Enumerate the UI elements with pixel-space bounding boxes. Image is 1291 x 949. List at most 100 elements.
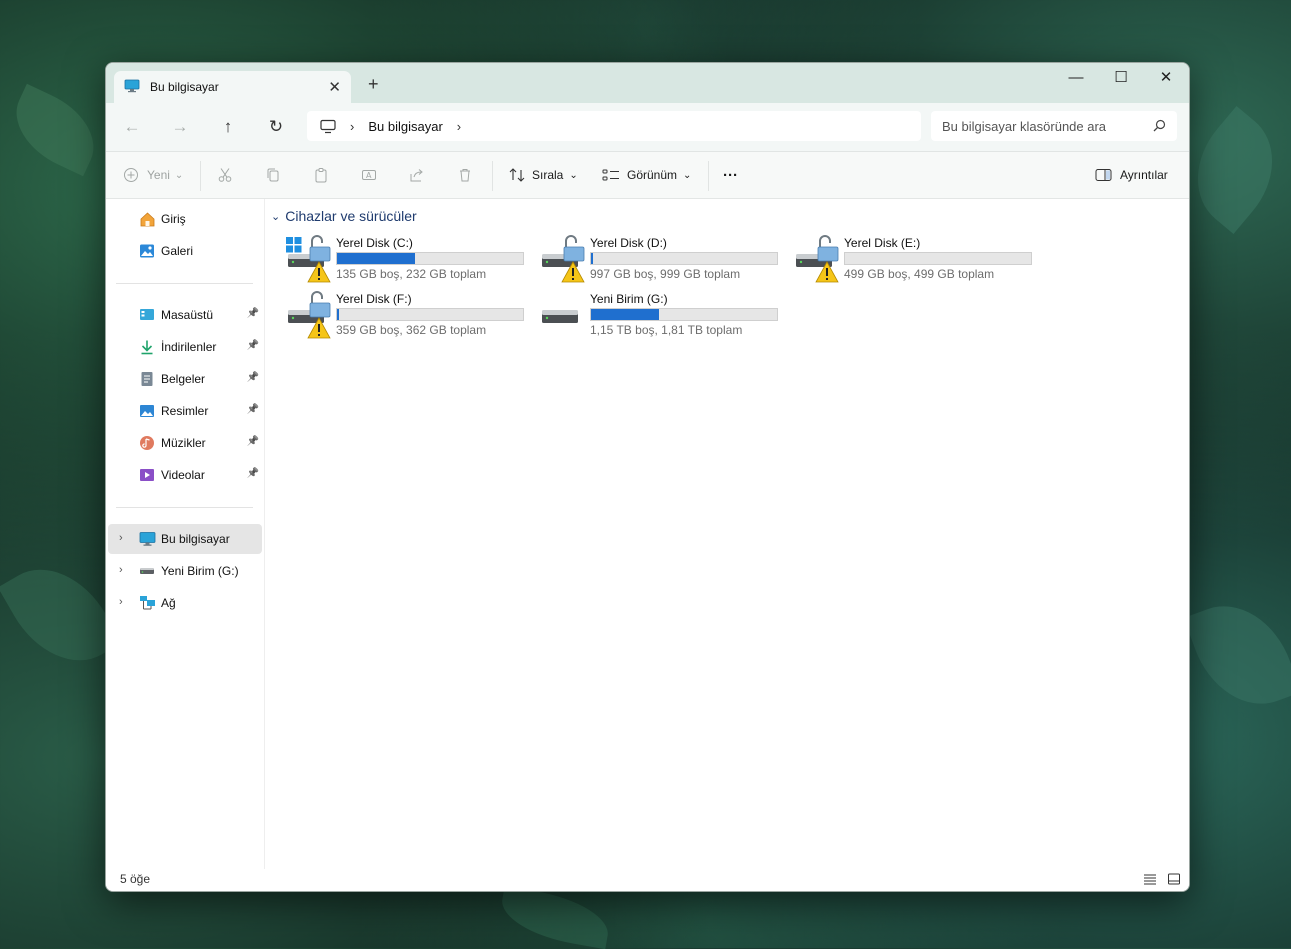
title-bar: Bu bilgisayar ✕ + — ☐ ✕ [106, 63, 1189, 103]
new-button[interactable]: Yeni ⌄ [123, 152, 183, 198]
sidebar-item-ag[interactable]: › Ağ [108, 588, 262, 618]
pin-icon[interactable]: 📌 [247, 372, 259, 383]
drive-usage-bar [336, 252, 524, 265]
minimize-button[interactable]: — [1053, 63, 1099, 91]
sidebar-item-belgeler[interactable]: Belgeler 📌 [108, 364, 262, 394]
drive-capacity: 499 GB boş, 499 GB toplam [844, 267, 995, 281]
pin-icon[interactable]: 📌 [247, 308, 259, 319]
network-icon [139, 595, 156, 614]
sidebar-divider [116, 283, 253, 284]
computer-icon [124, 78, 140, 97]
devices-group-header[interactable]: ⌄ Cihazlar ve sürücüler [271, 208, 417, 224]
collapse-chevron-icon[interactable]: ⌄ [271, 210, 280, 223]
share-button[interactable] [409, 152, 425, 198]
breadcrumb-chevron[interactable]: › [457, 119, 461, 134]
search-icon[interactable] [1153, 119, 1166, 135]
sidebar-item-label: Müzikler [161, 436, 206, 450]
tab-close-icon[interactable]: ✕ [328, 78, 341, 96]
pin-icon[interactable]: 📌 [247, 404, 259, 415]
drive-icon [794, 235, 842, 285]
delete-button[interactable] [457, 152, 473, 198]
close-button[interactable]: ✕ [1143, 63, 1189, 91]
new-label: Yeni [147, 168, 170, 182]
drive-usage-fill [337, 253, 416, 264]
drive-tile[interactable]: Yerel Disk (D:) 997 GB boş, 999 GB toplam [540, 235, 790, 285]
copy-button[interactable] [265, 152, 281, 198]
drive-tile[interactable]: Yeni Birim (G:) 1,15 TB boş, 1,81 TB topl… [540, 291, 790, 341]
sidebar-item-resimler[interactable]: Resimler 📌 [108, 396, 262, 426]
cut-button[interactable] [217, 152, 233, 198]
wallpaper-leaf [1172, 105, 1291, 235]
unlocked-padlock-icon [563, 235, 585, 262]
tab-label: Bu bilgisayar [150, 80, 219, 94]
sidebar-item-yeni-birim[interactable]: › Yeni Birim (G:) [108, 556, 262, 586]
computer-icon [139, 531, 156, 550]
drive-tile[interactable]: Yerel Disk (E:) 499 GB boş, 499 GB toplam [794, 235, 1044, 285]
sidebar-item-masaustu[interactable]: Masaüstü 📌 [108, 300, 262, 330]
sidebar-item-bu-bilgisayar[interactable]: › Bu bilgisayar [108, 524, 262, 554]
sort-dropdown-icon: ⌄ [569, 169, 578, 181]
sort-button[interactable]: Sırala ⌄ [508, 152, 578, 198]
drive-usage-bar [844, 252, 1032, 265]
rename-button[interactable]: A [361, 152, 377, 198]
forward-button[interactable]: → [165, 113, 195, 141]
tiles-view-icon[interactable] [1167, 872, 1181, 889]
drive-capacity: 359 GB boş, 362 GB toplam [336, 323, 487, 337]
pin-icon[interactable]: 📌 [247, 468, 259, 479]
desktop-icon [139, 307, 155, 326]
paste-button[interactable] [313, 152, 329, 198]
new-tab-button[interactable]: + [368, 74, 379, 95]
breadcrumb-item[interactable]: Bu bilgisayar [368, 119, 442, 134]
maximize-button[interactable]: ☐ [1098, 63, 1144, 91]
more-options-button[interactable]: ··· [723, 152, 738, 198]
view-button[interactable]: Görünüm ⌄ [602, 152, 691, 198]
sidebar-item-muzikler[interactable]: Müzikler 📌 [108, 428, 262, 458]
drive-usage-fill [591, 253, 593, 264]
drive-usage-fill [591, 309, 659, 320]
unlocked-padlock-icon [309, 235, 331, 262]
wallpaper-leaf [1, 83, 109, 177]
drive-name: Yerel Disk (E:) [844, 236, 921, 250]
refresh-button[interactable]: ↻ [261, 113, 291, 141]
home-icon [139, 211, 156, 230]
back-button[interactable]: ← [117, 113, 147, 141]
command-bar: Yeni ⌄ A Sırala ⌄ Görünüm ⌄ ··· Ayrıntıl… [106, 152, 1189, 199]
new-icon [124, 168, 138, 182]
breadcrumb-separator[interactable]: › [350, 119, 354, 134]
expand-chevron-icon[interactable]: › [119, 532, 123, 544]
tab-bu-bilgisayar[interactable]: Bu bilgisayar ✕ [114, 71, 351, 103]
sidebar-item-label: Belgeler [161, 372, 206, 386]
item-count: 5 öğe [120, 872, 151, 886]
expand-chevron-icon[interactable]: › [119, 564, 123, 576]
sidebar-item-giris[interactable]: Giriş [108, 204, 262, 234]
divider [708, 161, 709, 191]
hard-drive-icon [542, 310, 578, 323]
search-input[interactable]: Bu bilgisayar klasöründe ara [931, 111, 1177, 141]
pin-icon[interactable]: 📌 [247, 436, 259, 447]
details-view-icon[interactable] [1143, 872, 1157, 889]
sidebar-item-label: Giriş [161, 212, 186, 226]
address-bar[interactable]: › Bu bilgisayar › [307, 111, 921, 141]
drive-usage-bar [590, 252, 778, 265]
drive-capacity: 1,15 TB boş, 1,81 TB toplam [590, 323, 743, 337]
share-icon [410, 169, 423, 182]
expand-chevron-icon[interactable]: › [119, 596, 123, 608]
sidebar-item-label: Videolar [161, 468, 205, 482]
svg-text:A: A [366, 171, 372, 180]
sidebar-item-videolar[interactable]: Videolar 📌 [108, 460, 262, 490]
pin-icon[interactable]: 📌 [247, 340, 259, 351]
sidebar-item-galeri[interactable]: Galeri [108, 236, 262, 266]
details-button[interactable]: Ayrıntılar [1095, 152, 1168, 198]
drive-usage-fill [337, 309, 339, 320]
monitor-icon [320, 119, 336, 134]
paste-icon [315, 168, 327, 183]
windows-logo-icon [286, 237, 302, 253]
drive-icon [286, 291, 334, 341]
up-button[interactable]: ↑ [213, 113, 243, 141]
drive-tile[interactable]: Yerel Disk (C:) 135 GB boş, 232 GB toplam [286, 235, 536, 285]
status-bar: 5 öğe [106, 869, 1189, 891]
sidebar-item-label: Bu bilgisayar [161, 532, 230, 546]
videos-icon [139, 467, 155, 486]
sidebar-item-indirilenler[interactable]: İndirilenler 📌 [108, 332, 262, 362]
drive-tile[interactable]: Yerel Disk (F:) 359 GB boş, 362 GB toplam [286, 291, 536, 341]
